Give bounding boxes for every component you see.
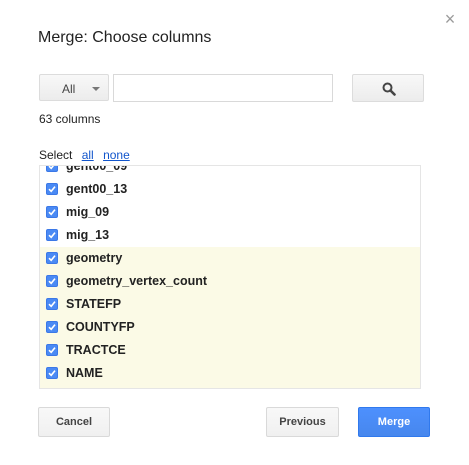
column-name: STATEFP [66, 297, 122, 311]
merge-button[interactable]: Merge [358, 407, 430, 437]
column-name: geometry [66, 251, 123, 265]
close-icon[interactable]: × [441, 10, 459, 28]
column-list-item[interactable]: geometry_vertex_count [40, 270, 420, 293]
checkmark-icon [48, 186, 56, 193]
column-checkbox[interactable] [46, 166, 58, 172]
cancel-button[interactable]: Cancel [38, 407, 110, 437]
column-checkbox[interactable] [46, 229, 58, 241]
chevron-down-icon [92, 87, 100, 91]
column-checkbox[interactable] [46, 183, 58, 195]
column-name: mig_09 [66, 205, 110, 219]
column-list-item[interactable]: COUNTYFP [40, 316, 420, 339]
column-list-item[interactable]: geometry [40, 247, 420, 270]
select-none-link[interactable]: none [103, 148, 130, 162]
checkmark-icon [48, 324, 56, 331]
column-name: mig_13 [66, 228, 110, 242]
column-checkbox[interactable] [46, 298, 58, 310]
column-checkbox[interactable] [46, 275, 58, 287]
column-list-item[interactable]: gent00_13 [40, 178, 420, 201]
checkmark-icon [48, 255, 56, 262]
column-list-items: gent00_09 gent00_13 mig_09 mig_13 geometry ge… [40, 165, 420, 388]
column-name: gent00_13 [66, 182, 128, 196]
checkmark-icon [48, 232, 56, 239]
column-list-item[interactable]: mig_09 [40, 201, 420, 224]
column-list-item[interactable]: NAME [40, 362, 420, 385]
filter-dropdown-value: All [62, 82, 76, 96]
select-all-link[interactable]: all [82, 148, 94, 162]
select-label: Select [39, 148, 73, 162]
checkmark-icon [48, 370, 56, 377]
column-checkbox[interactable] [46, 367, 58, 379]
column-count: 63 columns [39, 112, 101, 126]
column-list-item[interactable]: NAMELSAD [40, 385, 420, 388]
column-checkbox[interactable] [46, 321, 58, 333]
column-list-item[interactable]: TRACTCE [40, 339, 420, 362]
column-checkbox[interactable] [46, 206, 58, 218]
column-checkbox[interactable] [46, 344, 58, 356]
column-list-item[interactable]: gent00_09 [40, 165, 420, 178]
column-list-item[interactable]: STATEFP [40, 293, 420, 316]
checkmark-icon [48, 301, 56, 308]
search-button[interactable] [352, 74, 424, 102]
search-input[interactable] [113, 74, 333, 102]
column-name: TRACTCE [66, 343, 126, 357]
checkmark-icon [48, 278, 56, 285]
column-list-item[interactable]: mig_13 [40, 224, 420, 247]
column-name: COUNTYFP [66, 320, 135, 334]
column-list[interactable]: gent00_09 gent00_13 mig_09 mig_13 geometry ge… [39, 165, 421, 389]
previous-button[interactable]: Previous [266, 407, 339, 437]
column-name: geometry_vertex_count [66, 274, 208, 288]
dialog-title: Merge: Choose columns [38, 29, 212, 46]
column-name: gent00_09 [66, 165, 128, 173]
merge-dialog: × Merge: Choose columns All 63 columns S… [0, 0, 469, 465]
checkmark-icon [48, 209, 56, 216]
checkmark-icon [48, 166, 55, 170]
column-name: NAME [66, 366, 103, 380]
column-checkbox[interactable] [46, 252, 58, 264]
search-icon [382, 82, 396, 96]
filter-dropdown[interactable]: All [39, 74, 109, 101]
select-links: Select all none [39, 148, 130, 162]
checkmark-icon [48, 347, 56, 354]
